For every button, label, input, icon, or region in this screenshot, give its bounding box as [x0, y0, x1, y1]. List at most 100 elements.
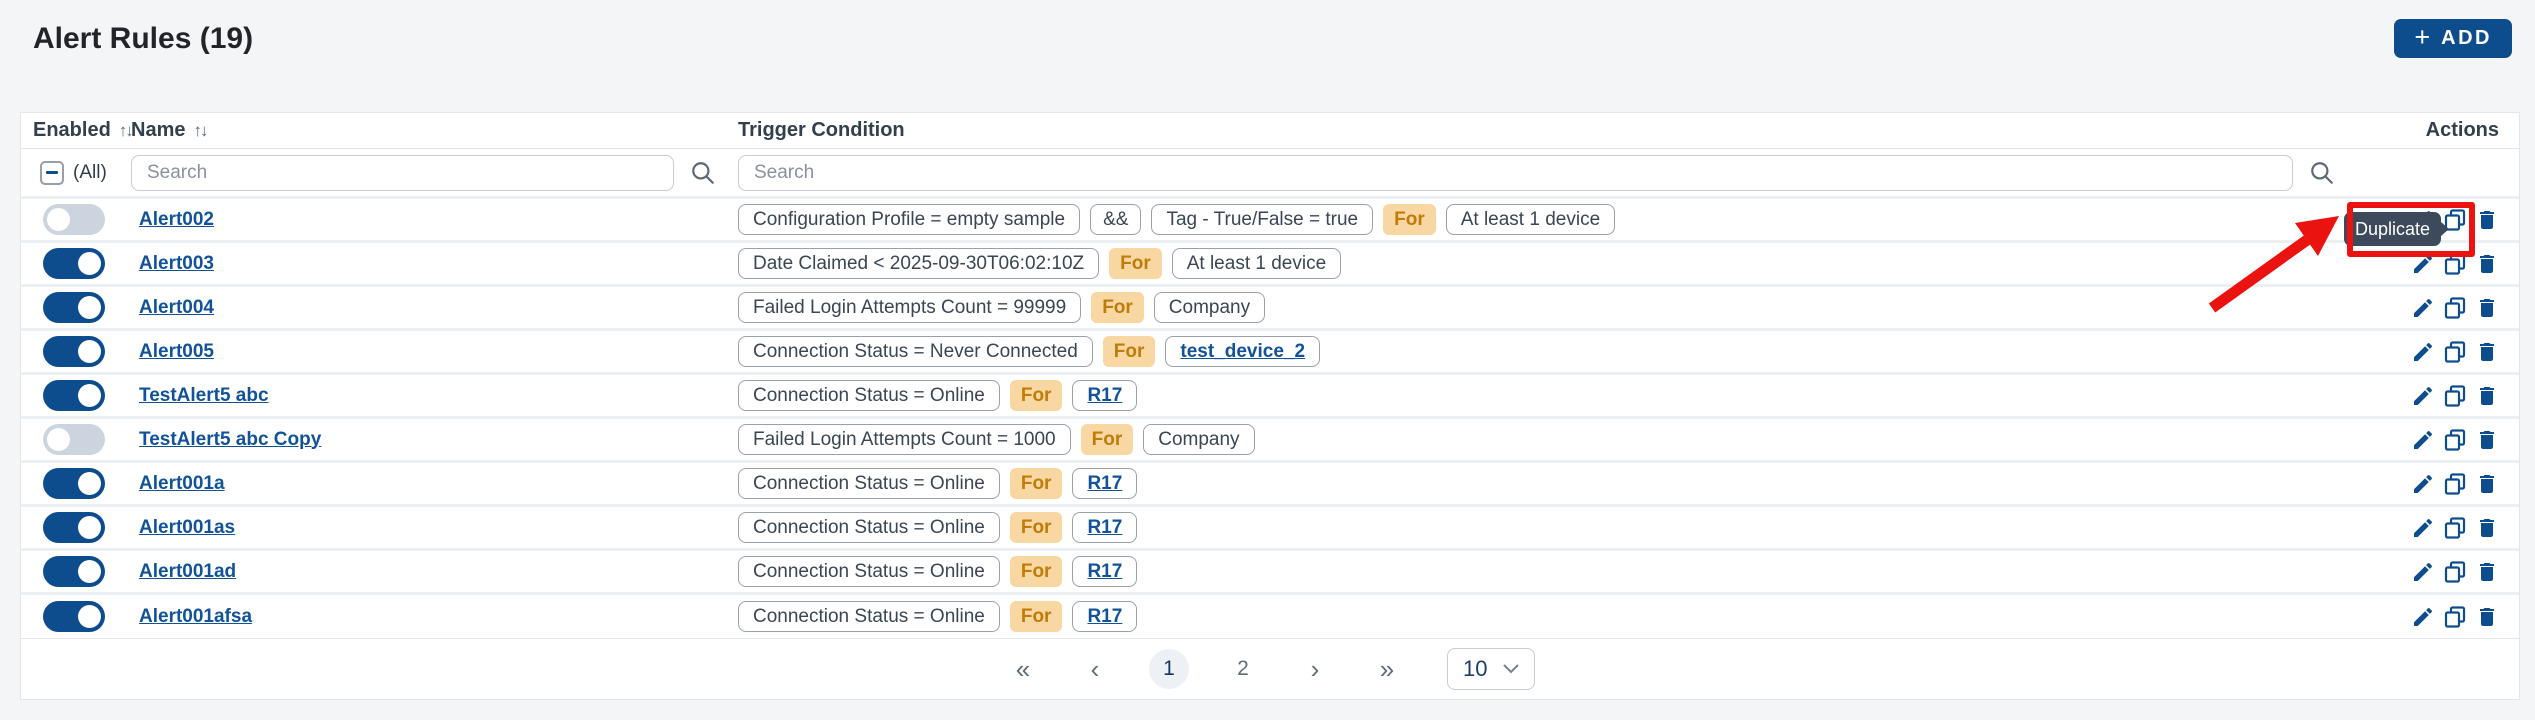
- table-row: Alert003 Date Claimed < 2025-09-30T06:02…: [21, 243, 2519, 287]
- edit-icon[interactable]: [2411, 428, 2435, 452]
- condition-chip: Connection Status = Online: [738, 601, 1000, 632]
- for-chip: For: [1010, 601, 1063, 632]
- duplicate-icon[interactable]: [2443, 252, 2467, 276]
- select-all-checkbox[interactable]: [40, 161, 64, 185]
- trigger-condition-chips: Connection Status = OnlineForR17: [738, 468, 2349, 499]
- add-button[interactable]: + ADD: [2394, 19, 2512, 58]
- table-row: Alert002 Configuration Profile = empty s…: [21, 199, 2519, 243]
- alert-name-link[interactable]: TestAlert5 abc Copy: [139, 429, 321, 451]
- delete-icon[interactable]: [2475, 296, 2499, 320]
- delete-icon[interactable]: [2475, 252, 2499, 276]
- alert-name-link[interactable]: Alert004: [139, 297, 214, 319]
- edit-icon[interactable]: [2411, 340, 2435, 364]
- target-chip: At least 1 device: [1446, 204, 1615, 235]
- duplicate-icon[interactable]: [2443, 428, 2467, 452]
- duplicate-icon[interactable]: [2443, 560, 2467, 584]
- alert-name-link[interactable]: Alert001as: [139, 517, 235, 539]
- duplicate-icon[interactable]: [2443, 384, 2467, 408]
- filter-row: (All): [21, 149, 2519, 199]
- row-actions: [2349, 516, 2519, 540]
- row-actions: [2349, 296, 2519, 320]
- condition-chip: Connection Status = Never Connected: [738, 336, 1093, 367]
- sort-icon-enabled[interactable]: ↑↓: [119, 121, 132, 141]
- enabled-toggle[interactable]: [43, 292, 105, 323]
- delete-icon[interactable]: [2475, 516, 2499, 540]
- page-size-select[interactable]: 10: [1447, 648, 1535, 690]
- delete-icon[interactable]: [2475, 208, 2499, 232]
- delete-icon[interactable]: [2475, 472, 2499, 496]
- alert-name-link[interactable]: Alert001a: [139, 473, 225, 495]
- for-chip: For: [1081, 424, 1134, 455]
- edit-icon[interactable]: [2411, 252, 2435, 276]
- enabled-toggle[interactable]: [43, 204, 105, 235]
- edit-icon[interactable]: [2411, 516, 2435, 540]
- duplicate-icon[interactable]: [2443, 605, 2467, 629]
- pagination: « ‹ 1 2 › » 10: [21, 639, 2519, 699]
- enabled-toggle[interactable]: [43, 468, 105, 499]
- alert-name-link[interactable]: Alert002: [139, 209, 214, 231]
- edit-icon[interactable]: [2411, 296, 2435, 320]
- row-actions: [2349, 252, 2519, 276]
- delete-icon[interactable]: [2475, 428, 2499, 452]
- delete-icon[interactable]: [2475, 560, 2499, 584]
- enabled-toggle[interactable]: [43, 601, 105, 632]
- edit-icon[interactable]: [2411, 384, 2435, 408]
- page-title: Alert Rules (19): [33, 22, 253, 56]
- delete-icon[interactable]: [2475, 340, 2499, 364]
- target-link-chip[interactable]: R17: [1072, 556, 1137, 587]
- enabled-toggle[interactable]: [43, 380, 105, 411]
- row-actions: [2349, 560, 2519, 584]
- name-search-input[interactable]: [131, 155, 674, 191]
- for-chip: For: [1010, 556, 1063, 587]
- select-all-label: (All): [73, 162, 107, 184]
- previous-page-button[interactable]: ‹: [1077, 654, 1113, 685]
- search-icon[interactable]: [2309, 160, 2335, 186]
- operator-chip: &&: [1090, 204, 1141, 235]
- target-link-chip[interactable]: R17: [1072, 380, 1137, 411]
- table-row: Alert001ad Connection Status = Online For…: [21, 551, 2519, 595]
- edit-icon[interactable]: [2411, 560, 2435, 584]
- sort-icon-name[interactable]: ↑↓: [193, 121, 206, 141]
- target-chip: Company: [1154, 292, 1265, 323]
- delete-icon[interactable]: [2475, 384, 2499, 408]
- alert-rules-table: Enabled ↑↓ Name ↑↓ Trigger Condition Act…: [20, 112, 2520, 700]
- condition-chip: Configuration Profile = empty sample: [738, 204, 1080, 235]
- alert-name-link[interactable]: TestAlert5 abc: [139, 385, 269, 407]
- alert-name-link[interactable]: Alert001afsa: [139, 606, 252, 628]
- edit-icon[interactable]: [2411, 472, 2435, 496]
- alert-name-link[interactable]: Alert005: [139, 341, 214, 363]
- table-row: Alert005 Connection Status = Never Conne…: [21, 331, 2519, 375]
- alert-name-link[interactable]: Alert003: [139, 253, 214, 275]
- last-page-button[interactable]: »: [1369, 654, 1405, 685]
- page-size-value: 10: [1463, 656, 1487, 682]
- enabled-toggle[interactable]: [43, 336, 105, 367]
- alert-name-link[interactable]: Alert001ad: [139, 561, 236, 583]
- trigger-search-input[interactable]: [738, 155, 2293, 191]
- target-link-chip[interactable]: test_device_2: [1165, 336, 1320, 367]
- condition-chip: Connection Status = Online: [738, 556, 1000, 587]
- search-icon[interactable]: [690, 160, 716, 186]
- duplicate-icon[interactable]: [2443, 516, 2467, 540]
- page-button-2[interactable]: 2: [1225, 657, 1261, 681]
- enabled-toggle[interactable]: [43, 556, 105, 587]
- edit-icon[interactable]: [2411, 605, 2435, 629]
- duplicate-icon[interactable]: [2443, 472, 2467, 496]
- condition-chip: Failed Login Attempts Count = 99999: [738, 292, 1081, 323]
- target-link-chip[interactable]: R17: [1072, 468, 1137, 499]
- page-button-1[interactable]: 1: [1149, 649, 1189, 689]
- duplicate-icon[interactable]: [2443, 340, 2467, 364]
- delete-icon[interactable]: [2475, 605, 2499, 629]
- next-page-button[interactable]: ›: [1297, 654, 1333, 685]
- for-chip: For: [1010, 380, 1063, 411]
- table-header-row: Enabled ↑↓ Name ↑↓ Trigger Condition Act…: [21, 113, 2519, 149]
- first-page-button[interactable]: «: [1005, 654, 1041, 685]
- row-actions: [2349, 428, 2519, 452]
- enabled-toggle[interactable]: [43, 424, 105, 455]
- target-link-chip[interactable]: R17: [1072, 512, 1137, 543]
- duplicate-icon[interactable]: [2443, 296, 2467, 320]
- column-header-trigger-condition: Trigger Condition: [738, 119, 905, 142]
- enabled-toggle[interactable]: [43, 512, 105, 543]
- trigger-condition-chips: Connection Status = OnlineForR17: [738, 380, 2349, 411]
- target-link-chip[interactable]: R17: [1072, 601, 1137, 632]
- enabled-toggle[interactable]: [43, 248, 105, 279]
